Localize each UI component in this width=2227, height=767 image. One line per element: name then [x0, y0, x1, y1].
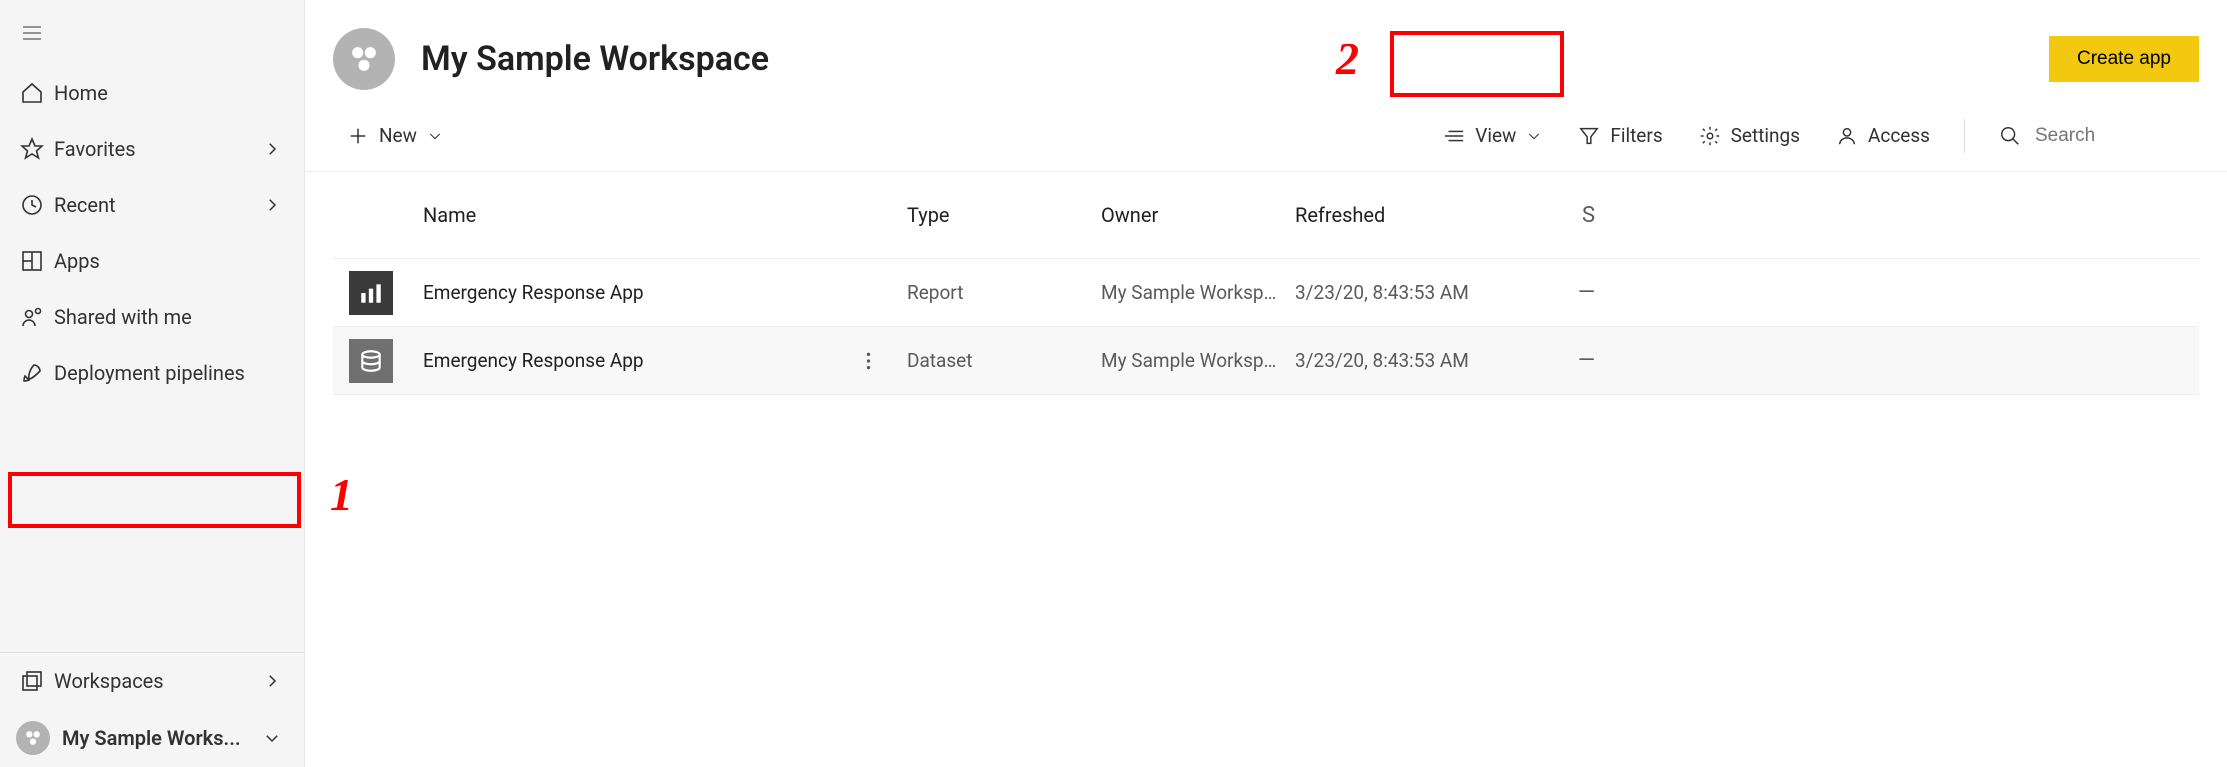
- page-title: My Sample Workspace: [421, 39, 2049, 79]
- col-name[interactable]: Name: [423, 203, 907, 227]
- chevron-down-icon: [263, 729, 281, 747]
- sidebar-item-recent[interactable]: Recent: [0, 177, 304, 233]
- chevron-right-icon: [263, 672, 281, 690]
- chevron-down-icon: [1526, 128, 1542, 144]
- chevron-right-icon: [263, 196, 281, 214]
- new-button[interactable]: New: [333, 118, 457, 153]
- nav-label: Deployment pipelines: [54, 361, 284, 385]
- sidebar-item-pipelines[interactable]: Deployment pipelines: [0, 345, 304, 401]
- row-owner: My Sample Workspace: [1101, 281, 1295, 304]
- row-type: Report: [907, 281, 1101, 304]
- more-vertical-icon: [866, 351, 871, 371]
- report-icon: [349, 271, 393, 315]
- settings-button[interactable]: Settings: [1685, 118, 1814, 153]
- chevron-down-icon: [427, 128, 443, 144]
- workspaces-icon: [20, 669, 44, 693]
- search-box[interactable]: [1985, 119, 2199, 153]
- search-icon: [1999, 125, 2021, 147]
- table-row[interactable]: Emergency Response App Report My Sample …: [333, 258, 2199, 326]
- sidebar-item-favorites[interactable]: Favorites: [0, 121, 304, 177]
- current-workspace-label: My Sample Works...: [62, 726, 260, 750]
- new-label: New: [379, 124, 417, 147]
- access-label: Access: [1868, 124, 1930, 147]
- sidebar-item-workspaces[interactable]: Workspaces: [0, 653, 304, 709]
- row-type: Dataset: [907, 349, 1101, 372]
- nav-label: Shared with me: [54, 305, 284, 329]
- workspace-avatar-icon: [16, 721, 50, 755]
- col-refreshed[interactable]: Refreshed: [1295, 203, 1535, 227]
- sidebar-current-workspace[interactable]: My Sample Works...: [0, 709, 304, 767]
- row-owner: My Sample Workspace: [1101, 349, 1295, 372]
- clock-icon: [20, 193, 44, 217]
- nav-label: Favorites: [54, 137, 260, 161]
- row-name-text: Emergency Response App: [423, 281, 644, 304]
- view-button[interactable]: View: [1429, 118, 1556, 153]
- share-icon: [20, 305, 44, 329]
- create-app-button[interactable]: Create app: [2049, 36, 2199, 82]
- nav-label: Apps: [54, 249, 284, 273]
- table-row[interactable]: Emergency Response App Dataset My Sample…: [333, 326, 2199, 394]
- apps-icon: [20, 249, 44, 273]
- row-name-text: Emergency Response App: [423, 349, 644, 372]
- col-sensitivity[interactable]: S: [1535, 203, 1595, 228]
- plus-icon: [347, 125, 369, 147]
- row-refreshed: 3/23/20, 8:43:53 AM: [1295, 349, 1535, 372]
- chevron-right-icon: [263, 140, 281, 158]
- main-content: My Sample Workspace Create app New View …: [305, 0, 2227, 767]
- workspace-avatar-icon: [333, 28, 395, 90]
- more-options-button[interactable]: [857, 350, 879, 372]
- nav-label: Workspaces: [54, 669, 260, 693]
- settings-label: Settings: [1731, 124, 1800, 147]
- hamburger-icon: [20, 21, 44, 45]
- nav-label: Recent: [54, 193, 260, 217]
- nav-label: Home: [54, 81, 284, 105]
- search-input[interactable]: [2035, 125, 2185, 147]
- filters-button[interactable]: Filters: [1564, 118, 1676, 153]
- nav-list: Home Favorites Recent Apps Shared with m…: [0, 65, 304, 642]
- dataset-icon: [349, 339, 393, 383]
- view-icon: [1443, 125, 1465, 147]
- access-button[interactable]: Access: [1822, 118, 1944, 153]
- sidebar-item-apps[interactable]: Apps: [0, 233, 304, 289]
- divider: [1964, 119, 1965, 153]
- sidebar-item-home[interactable]: Home: [0, 65, 304, 121]
- table-header-row: Name Type Owner Refreshed S: [333, 172, 2199, 258]
- filter-icon: [1578, 125, 1600, 147]
- toolbar: New View Filters Settings Access: [305, 100, 2227, 172]
- star-icon: [20, 137, 44, 161]
- content-table: Name Type Owner Refreshed S Emergency Re…: [305, 172, 2227, 395]
- col-type[interactable]: Type: [907, 203, 1101, 227]
- row-sensitivity: —: [1535, 280, 1595, 305]
- col-owner[interactable]: Owner: [1101, 203, 1295, 227]
- hamburger-menu-button[interactable]: [0, 0, 304, 65]
- filters-label: Filters: [1610, 124, 1662, 147]
- workspace-header: My Sample Workspace Create app: [305, 0, 2227, 100]
- home-icon: [20, 81, 44, 105]
- sidebar-item-shared[interactable]: Shared with me: [0, 289, 304, 345]
- person-icon: [1836, 125, 1858, 147]
- row-sensitivity: —: [1535, 348, 1595, 373]
- row-refreshed: 3/23/20, 8:43:53 AM: [1295, 281, 1535, 304]
- view-label: View: [1475, 124, 1516, 147]
- sidebar: Home Favorites Recent Apps Shared with m…: [0, 0, 305, 767]
- gear-icon: [1699, 125, 1721, 147]
- rocket-icon: [20, 361, 44, 385]
